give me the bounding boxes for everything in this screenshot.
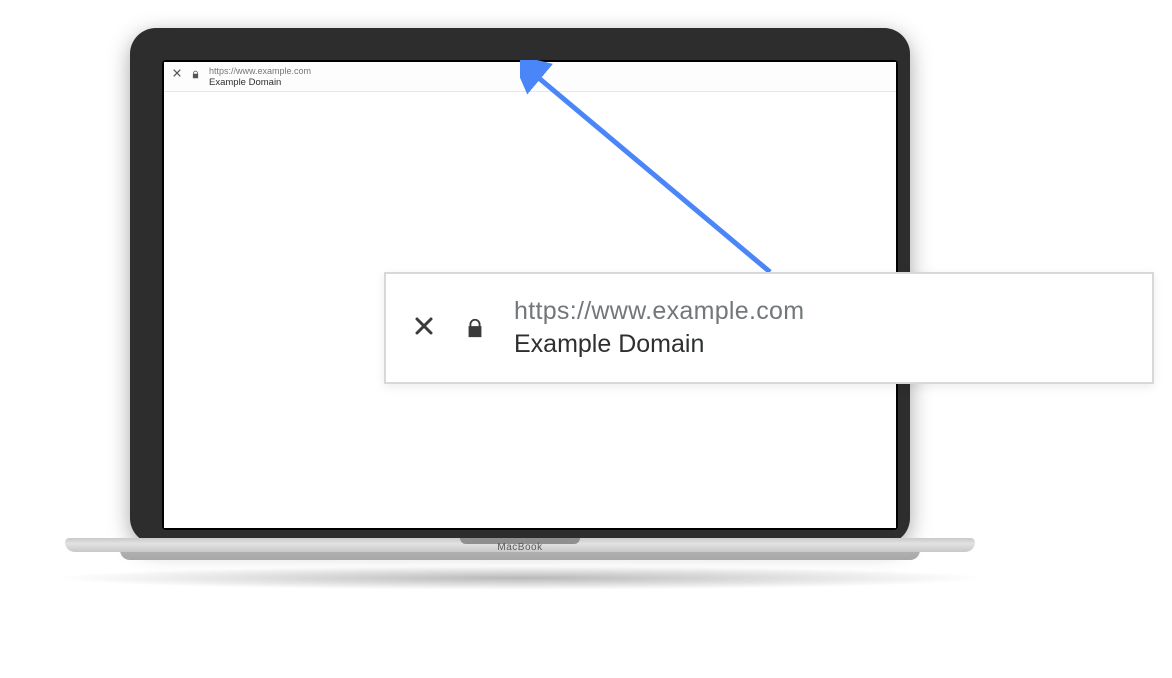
- stop-close-icon[interactable]: [172, 66, 182, 84]
- stop-close-icon[interactable]: [412, 314, 436, 343]
- address-bar-zoom-callout: https://www.example.com Example Domain: [384, 272, 1154, 384]
- address-bar-title: Example Domain: [209, 77, 311, 88]
- callout-url: https://www.example.com: [514, 297, 804, 326]
- lock-icon[interactable]: [464, 314, 486, 342]
- callout-title: Example Domain: [514, 330, 804, 359]
- browser-address-bar: https://www.example.com Example Domain: [164, 62, 896, 92]
- laptop-base: MacBook: [120, 538, 920, 560]
- device-brand-label: MacBook: [497, 542, 542, 553]
- address-bar-url[interactable]: https://www.example.com: [209, 66, 311, 77]
- lock-icon[interactable]: [191, 69, 200, 80]
